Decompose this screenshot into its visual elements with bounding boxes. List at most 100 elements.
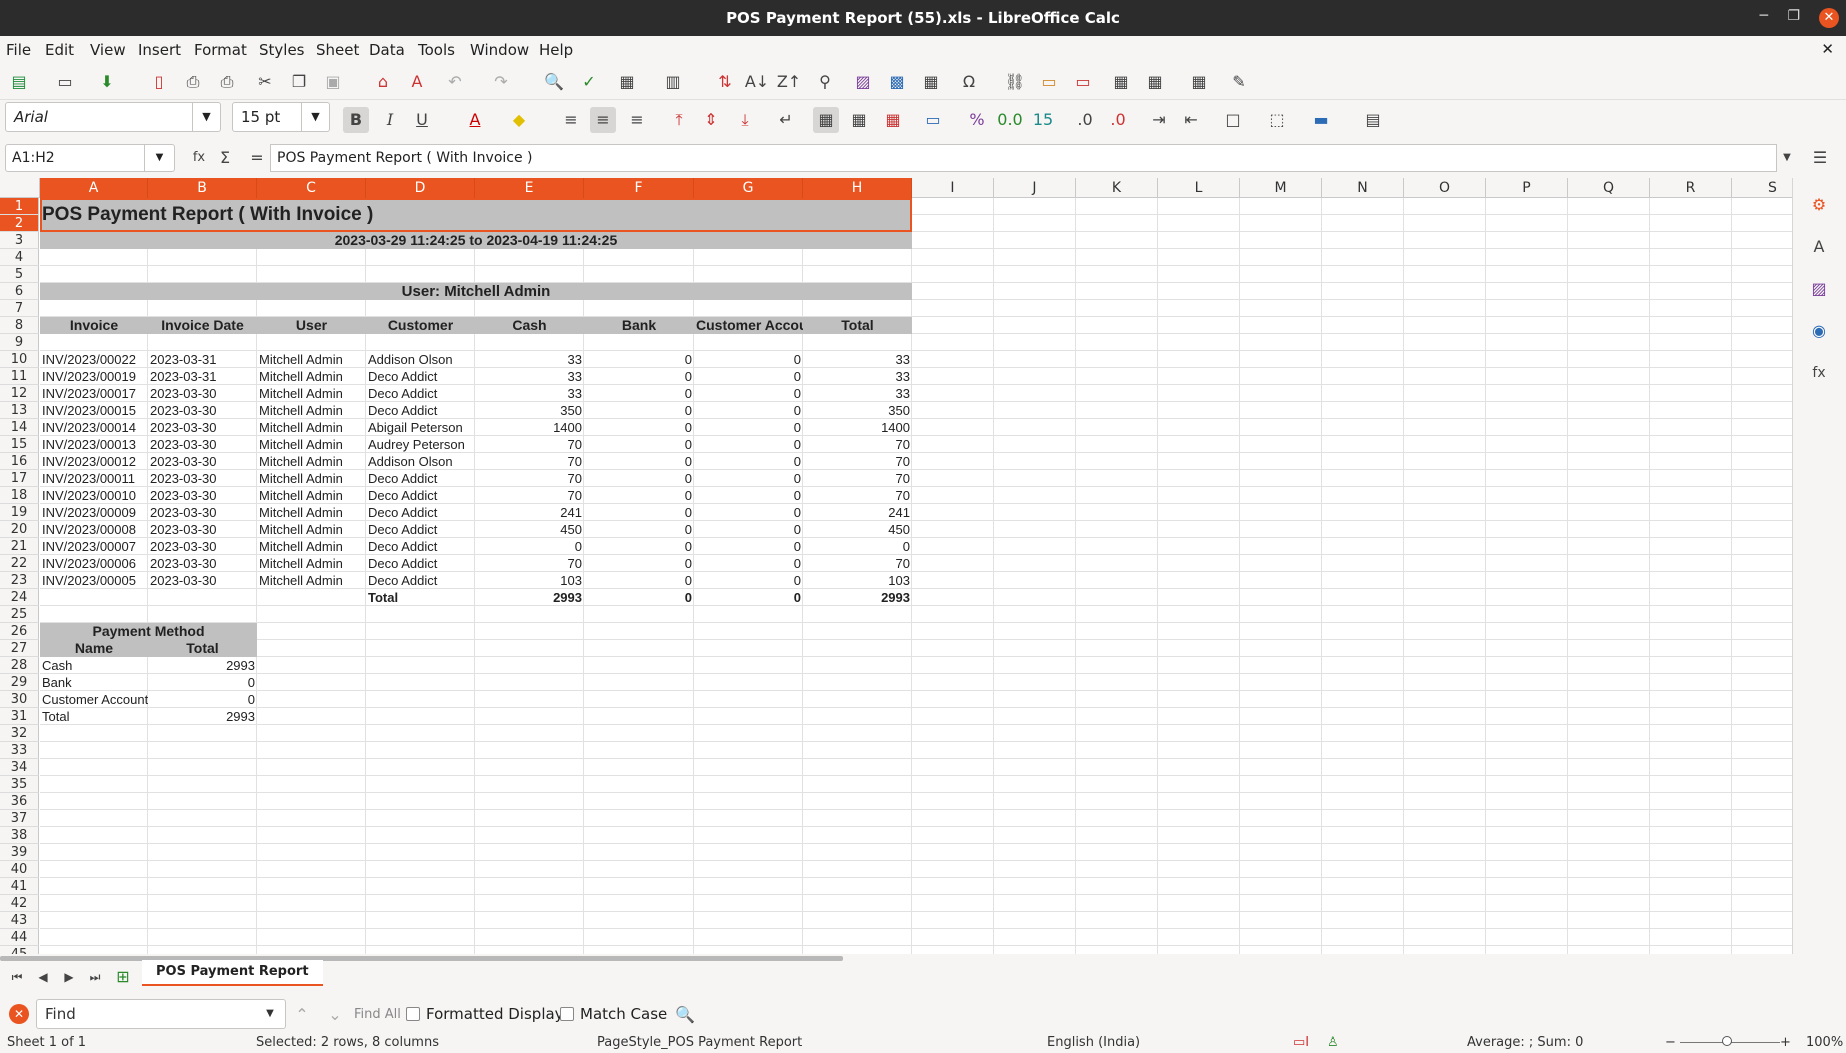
table-cell[interactable]: 0	[694, 555, 803, 572]
add-decimal-icon[interactable]: .0	[1072, 107, 1098, 133]
user-line[interactable]: User: Mitchell Admin	[40, 283, 912, 300]
conditional-format-icon[interactable]: ▤	[1360, 107, 1386, 133]
insert-image-icon[interactable]: ▨	[850, 69, 876, 95]
zoom-out-icon[interactable]: −	[1665, 1035, 1676, 1050]
border-color-icon[interactable]: ▬	[1308, 107, 1334, 133]
show-draw-functions-icon[interactable]: ✎	[1226, 69, 1252, 95]
table-cell[interactable]: 2023-03-30	[148, 419, 257, 436]
row-header[interactable]: 1	[0, 198, 39, 215]
unmerge-cells-icon[interactable]: ▦	[880, 107, 906, 133]
next-sheet-icon[interactable]: ▶	[56, 964, 82, 990]
row-header[interactable]: 3	[0, 232, 39, 249]
table-cell[interactable]: 0	[694, 521, 803, 538]
find-previous-icon[interactable]: ⌃	[289, 1002, 315, 1028]
table-cell[interactable]: Deco Addict	[366, 504, 475, 521]
table-cell[interactable]: 2023-03-30	[148, 504, 257, 521]
font-color-icon[interactable]: A	[462, 107, 488, 133]
print-preview-icon[interactable]: ⎙	[214, 69, 240, 95]
table-cell[interactable]: 350	[475, 402, 584, 419]
table-cell[interactable]: INV/2023/00009	[40, 504, 148, 521]
table-cell[interactable]: INV/2023/00014	[40, 419, 148, 436]
redo-icon[interactable]: ↷	[488, 69, 514, 95]
table-cell[interactable]: INV/2023/00015	[40, 402, 148, 419]
table-cell[interactable]: Deco Addict	[366, 538, 475, 555]
table-cell[interactable]: Mitchell Admin	[257, 402, 366, 419]
table-cell[interactable]: 0	[694, 368, 803, 385]
chevron-down-icon[interactable]: ▼	[255, 1000, 285, 1028]
sort-descending-icon[interactable]: Z↑	[776, 69, 802, 95]
minimize-icon[interactable]: ─	[1760, 8, 1768, 24]
table-cell[interactable]: 0	[584, 368, 694, 385]
column-title[interactable]: Customer	[366, 317, 475, 334]
find-replace-dialog-icon[interactable]: 🔍	[672, 1002, 698, 1028]
close-find-bar-icon[interactable]: ✕	[9, 1004, 29, 1024]
table-cell[interactable]: 2023-03-30	[148, 470, 257, 487]
table-cell[interactable]: 0	[584, 504, 694, 521]
table-cell[interactable]: Mitchell Admin	[257, 368, 366, 385]
payment-method-name[interactable]: Bank	[40, 674, 148, 691]
column-title[interactable]: Total	[803, 317, 912, 334]
column-icon[interactable]: ▥	[660, 69, 686, 95]
insert-chart-icon[interactable]: ▩	[884, 69, 910, 95]
table-cell[interactable]: 103	[475, 572, 584, 589]
row-header[interactable]: 38	[0, 827, 39, 844]
zoom-slider-handle[interactable]	[1722, 1036, 1732, 1046]
table-cell[interactable]: 0	[694, 470, 803, 487]
spelling-icon[interactable]: ✓	[576, 69, 602, 95]
font-name-box[interactable]: Arial ▼	[5, 102, 221, 132]
table-cell[interactable]: 70	[803, 436, 912, 453]
row-header[interactable]: 14	[0, 419, 39, 436]
table-cell[interactable]: 33	[803, 385, 912, 402]
menu-format[interactable]: Format	[194, 41, 247, 59]
table-cell[interactable]: Mitchell Admin	[257, 385, 366, 402]
table-cell[interactable]: 33	[803, 351, 912, 368]
table-cell[interactable]: 70	[475, 555, 584, 572]
table-cell[interactable]: 2023-03-30	[148, 538, 257, 555]
last-sheet-icon[interactable]: ⏭	[82, 964, 108, 990]
menu-help[interactable]: Help	[539, 41, 573, 59]
column-header[interactable]: E	[475, 178, 584, 198]
table-cell[interactable]: 33	[475, 351, 584, 368]
close-document-icon[interactable]: ✕	[1821, 40, 1834, 58]
row-header[interactable]: 44	[0, 929, 39, 946]
row-header[interactable]: 17	[0, 470, 39, 487]
copy-icon[interactable]: ❐	[286, 69, 312, 95]
navigator-icon[interactable]: ◉	[1806, 318, 1832, 344]
table-cell[interactable]: 0	[584, 470, 694, 487]
table-cell[interactable]: Mitchell Admin	[257, 504, 366, 521]
menu-file[interactable]: File	[6, 41, 31, 59]
italic-icon[interactable]: I	[377, 107, 403, 133]
payment-method-name[interactable]: Cash	[40, 657, 148, 674]
table-cell[interactable]: INV/2023/00013	[40, 436, 148, 453]
zoom-in-icon[interactable]: +	[1780, 1035, 1791, 1050]
formula-icon[interactable]: =	[244, 145, 270, 171]
find-input[interactable]: Find ▼	[36, 999, 286, 1029]
row-header[interactable]: 7	[0, 300, 39, 317]
table-cell[interactable]: 0	[584, 419, 694, 436]
date-range[interactable]: 2023-03-29 11:24:25 to 2023-04-19 11:24:…	[40, 232, 912, 249]
column-header[interactable]: I	[912, 178, 994, 198]
table-cell[interactable]: 0	[584, 436, 694, 453]
table-cell[interactable]: 2023-03-30	[148, 487, 257, 504]
table-cell[interactable]: INV/2023/00022	[40, 351, 148, 368]
font-size-box[interactable]: 15 pt ▼	[232, 102, 330, 132]
column-header[interactable]: H	[803, 178, 912, 198]
styles-icon[interactable]: A	[1806, 234, 1832, 260]
table-cell[interactable]: 2023-03-30	[148, 402, 257, 419]
row-header[interactable]: 40	[0, 861, 39, 878]
row-header[interactable]: 10	[0, 351, 39, 368]
column-header[interactable]: R	[1650, 178, 1732, 198]
table-cell[interactable]: Abigail Peterson	[366, 419, 475, 436]
print-icon[interactable]: ⎙	[180, 69, 206, 95]
grand-total[interactable]: 2993	[803, 589, 912, 606]
column-header[interactable]: O	[1404, 178, 1486, 198]
row-header[interactable]: 6	[0, 283, 39, 300]
column-header[interactable]: M	[1240, 178, 1322, 198]
column-header[interactable]: J	[994, 178, 1076, 198]
horizontal-scrollbar[interactable]	[0, 956, 843, 961]
column-header[interactable]: D	[366, 178, 475, 198]
table-cell[interactable]: 0	[694, 351, 803, 368]
table-cell[interactable]: 2023-03-30	[148, 385, 257, 402]
total-label[interactable]: Total	[366, 589, 475, 606]
table-cell[interactable]: 0	[584, 385, 694, 402]
